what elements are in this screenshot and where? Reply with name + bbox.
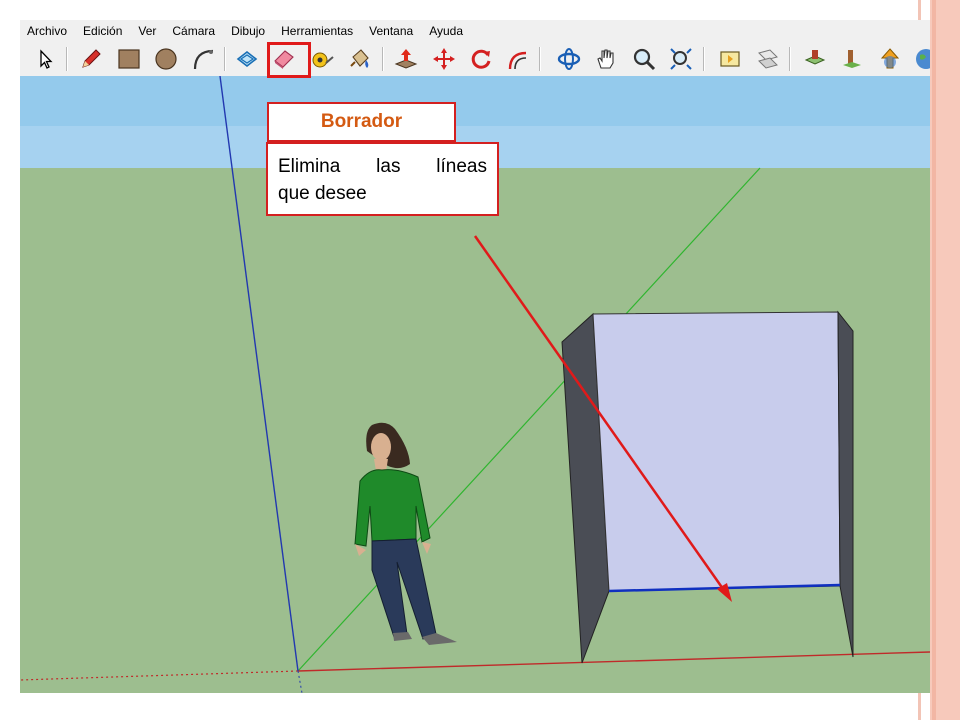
previous-view-button[interactable] (717, 46, 743, 72)
circle-icon (155, 48, 177, 70)
place-model-icon (843, 50, 861, 68)
toolbar-separator (703, 47, 705, 71)
menu-edicion[interactable]: Edición (75, 20, 130, 42)
arc-tool-button[interactable] (190, 46, 216, 72)
arc-icon (193, 49, 214, 70)
zoom-icon (633, 48, 656, 71)
move-icon (433, 48, 455, 70)
select-tool-button[interactable] (32, 46, 58, 72)
tape-measure-button[interactable] (309, 46, 335, 72)
callout-title: Borrador (267, 102, 456, 142)
wall-front (592, 311, 841, 592)
make-component-button[interactable] (234, 46, 260, 72)
previous-view-icon (720, 51, 740, 67)
place-model-button[interactable] (839, 46, 865, 72)
menu-dibujo[interactable]: Dibujo (223, 20, 273, 42)
rectangle-icon (118, 49, 140, 69)
make-component-icon (236, 50, 258, 68)
toolbar-separator (539, 47, 541, 71)
callout-description: Elimina las líneas que desee (266, 142, 499, 216)
next-view-icon (758, 49, 778, 69)
select-icon (40, 49, 53, 69)
paint-bucket-button[interactable] (347, 46, 373, 72)
sky-gradient (20, 76, 930, 126)
tape-measure-icon (312, 52, 334, 68)
share-model-icon (880, 48, 900, 69)
push-pull-button[interactable] (393, 46, 419, 72)
rectangle-tool-button[interactable] (116, 46, 142, 72)
zoom-extents-icon (670, 48, 692, 70)
menu-bar: Archivo Edición Ver Cámara Dibujo Herram… (20, 20, 930, 42)
warehouse-button[interactable] (802, 46, 828, 72)
toolbar-separator (789, 47, 791, 71)
zoom-tool-button[interactable] (631, 46, 657, 72)
zoom-extents-button[interactable] (668, 46, 694, 72)
callout-description-line1: Elimina las líneas (278, 156, 487, 177)
orbit-icon (557, 48, 581, 70)
callout-description-line2: que desee (278, 183, 367, 204)
sketchup-window: Archivo Edición Ver Cámara Dibujo Herram… (20, 20, 930, 693)
toolbar-separator (224, 47, 226, 71)
menu-archivo[interactable]: Archivo (20, 20, 75, 42)
earth-button[interactable] (913, 46, 930, 72)
pencil-icon (82, 49, 101, 68)
move-tool-button[interactable] (431, 46, 457, 72)
pan-icon (597, 49, 614, 69)
push-pull-icon (394, 49, 418, 69)
eraser-highlight-box (267, 42, 311, 78)
rotate-tool-button[interactable] (468, 46, 494, 72)
menu-herramientas[interactable]: Herramientas (273, 20, 361, 42)
next-view-button[interactable] (755, 46, 781, 72)
offset-icon (508, 51, 527, 70)
offset-tool-button[interactable] (505, 46, 531, 72)
warehouse-icon (804, 50, 826, 65)
menu-ver[interactable]: Ver (130, 20, 164, 42)
paint-bucket-icon (350, 49, 369, 68)
pencil-tool-button[interactable] (78, 46, 104, 72)
menu-ayuda[interactable]: Ayuda (421, 20, 471, 42)
main-toolbar (20, 42, 930, 77)
menu-ventana[interactable]: Ventana (361, 20, 421, 42)
share-model-button[interactable] (877, 46, 903, 72)
toolbar-separator (66, 47, 68, 71)
pan-tool-button[interactable] (593, 46, 619, 72)
circle-tool-button[interactable] (153, 46, 179, 72)
earth-icon (916, 49, 930, 69)
slide-border-accent (932, 0, 936, 720)
rotate-icon (471, 49, 491, 69)
orbit-tool-button[interactable] (556, 46, 582, 72)
toolbar-separator (382, 47, 384, 71)
menu-camara[interactable]: Cámara (164, 20, 223, 42)
